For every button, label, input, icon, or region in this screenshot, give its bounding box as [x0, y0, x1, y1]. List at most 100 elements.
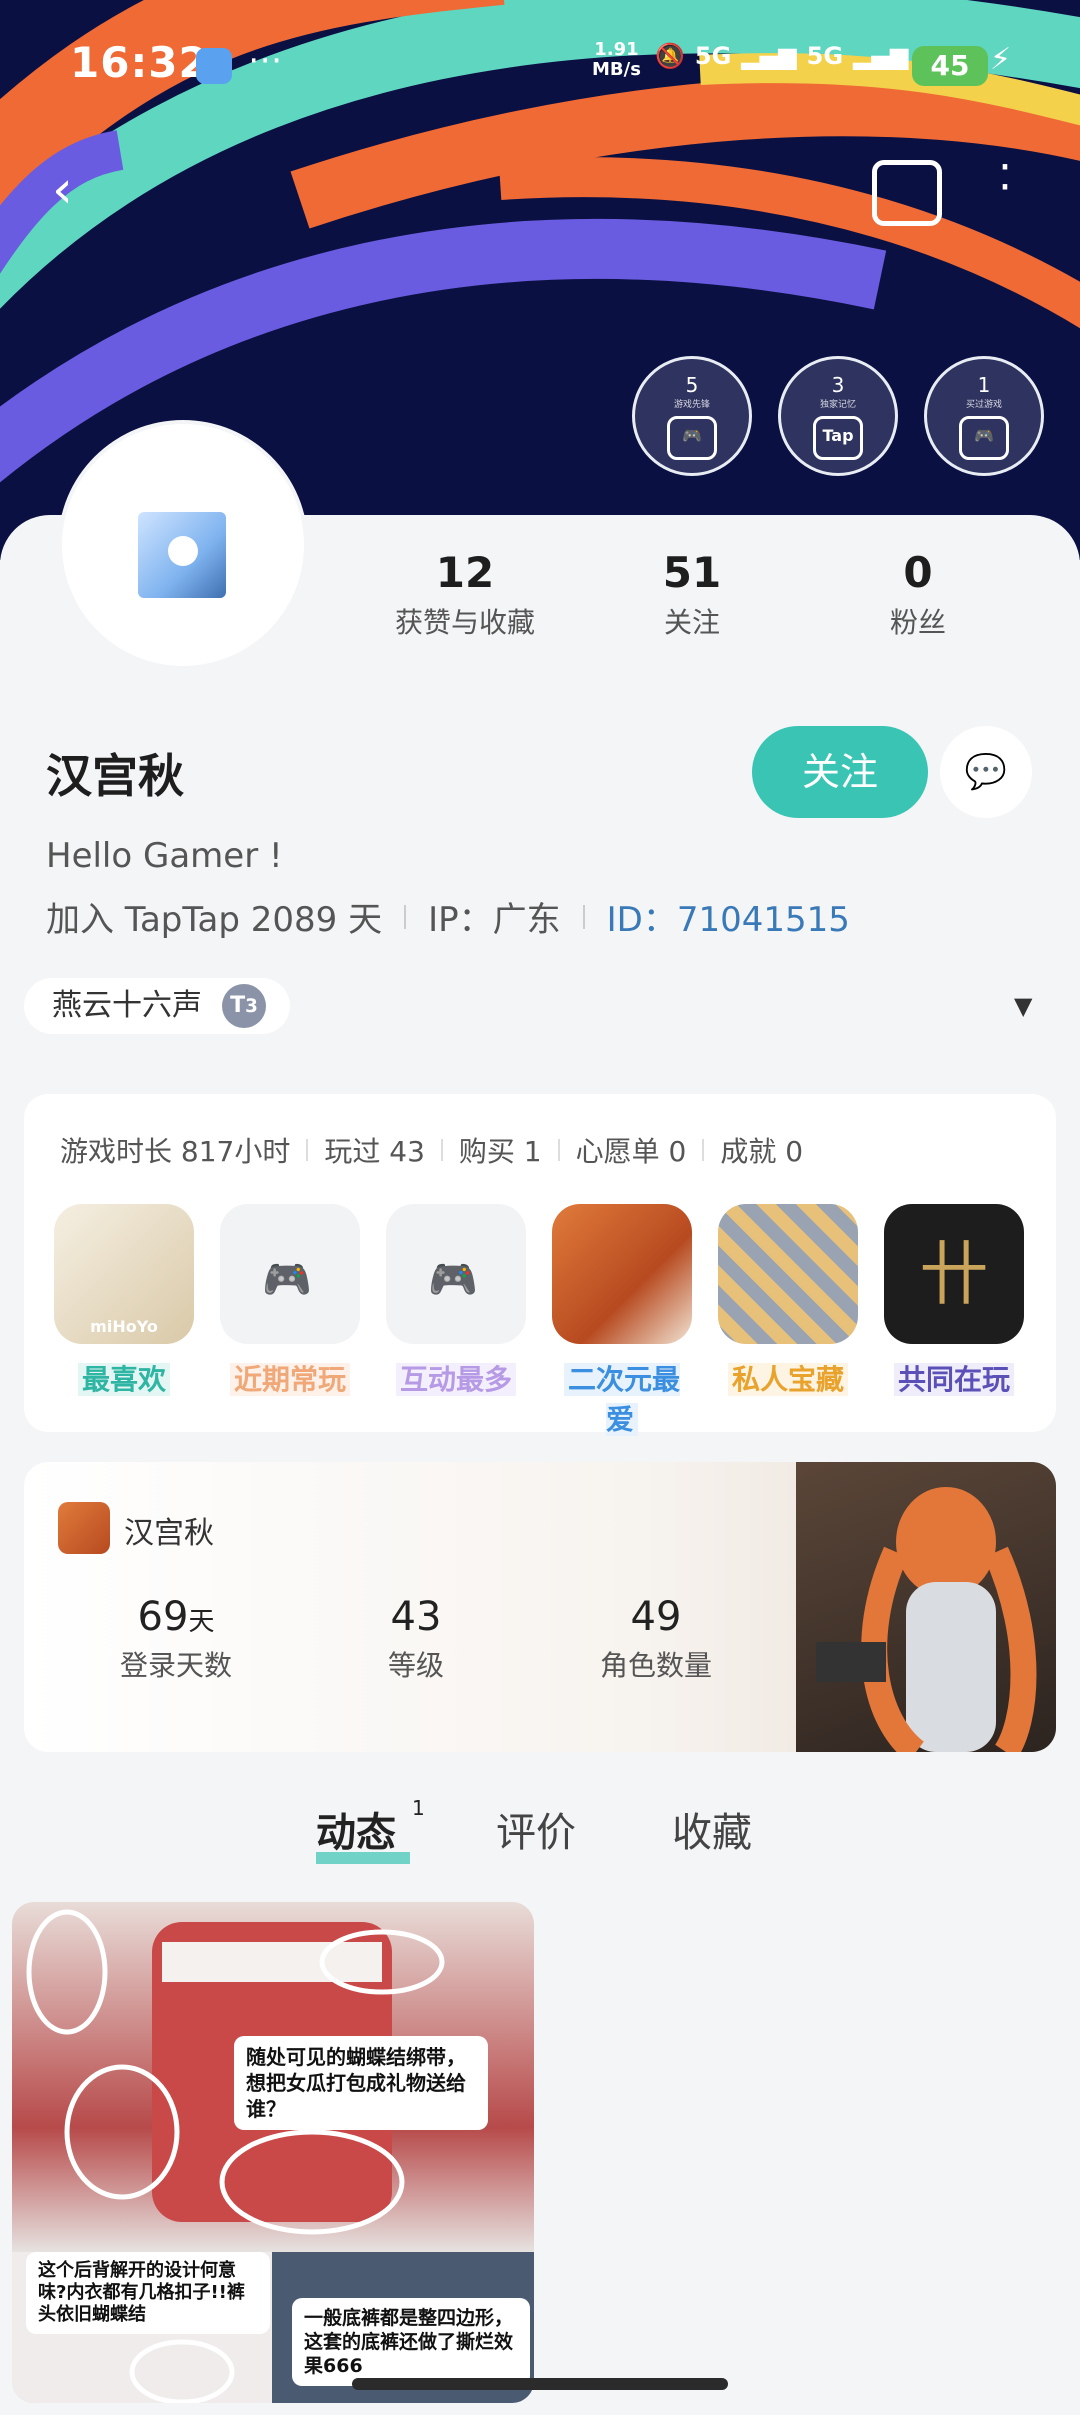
- game-icon-together[interactable]: 卄: [884, 1204, 1024, 1344]
- game-label: 共同在玩: [884, 1358, 1024, 1398]
- label-treasure: 私人宝藏: [727, 1363, 848, 1396]
- game-icon-treasure[interactable]: [718, 1204, 858, 1344]
- chevron-down-icon[interactable]: ▼: [1014, 992, 1032, 1020]
- badge-count: 5: [685, 373, 699, 397]
- home-indicator[interactable]: [352, 2378, 728, 2390]
- games-card[interactable]: 游戏时长 817小时 玩过 43 购买 1 心愿单 0 成就 0 miHoYo …: [24, 1094, 1056, 1436]
- divider: [440, 1139, 443, 1161]
- join-days: 加入 TapTap 2089 天: [46, 900, 383, 940]
- tab-label: 动态: [316, 1810, 396, 1856]
- mute-icon: 🔕: [655, 42, 685, 70]
- game-label: 近期常玩: [220, 1358, 360, 1398]
- signal-bars-icon: ▂▄▆: [853, 42, 909, 70]
- game-icon-acg[interactable]: [552, 1204, 692, 1344]
- badge-caption: 独家记忆: [819, 400, 856, 410]
- stat-value: 69天: [76, 1594, 276, 1640]
- game-label: 最喜欢: [54, 1358, 194, 1398]
- divider: [702, 1139, 705, 1161]
- game-title-chip[interactable]: 燕云十六声 T3: [24, 978, 290, 1034]
- badge-caption: 买过游戏: [965, 400, 1002, 410]
- character-illustration: [796, 1462, 1056, 1752]
- game-label: 二次元最爱: [552, 1358, 692, 1438]
- gamepad-icon: 🎮: [428, 1257, 478, 1303]
- game-character-card[interactable]: 汉宫秋 69天 登录天数 43 等级 49 角色数量: [24, 1462, 1056, 1752]
- achievement-count: 成就 0: [720, 1135, 804, 1168]
- scan-icon[interactable]: [872, 160, 942, 226]
- login-days-stat: 69天 登录天数: [76, 1594, 276, 1684]
- tab-feed[interactable]: 动态 1: [316, 1796, 425, 1864]
- stat-value: 43: [390, 1594, 442, 1640]
- message-button[interactable]: 💬: [940, 726, 1032, 818]
- stat-label: 角色数量: [599, 1649, 712, 1682]
- user-id[interactable]: ID：71041515: [607, 892, 850, 941]
- stat-value: 51: [662, 548, 722, 597]
- status-bar: 16:32 ⋯ 1.91 MB/s 🔕 5G ▂▄▆ 5G ▂▄▆ ◠ 45 ⚡: [0, 0, 1080, 120]
- stat-label: 粉丝: [889, 606, 946, 639]
- tap-icon: Tap: [813, 416, 863, 460]
- net-speed-value: 1.91: [594, 39, 639, 60]
- game-icon-recent[interactable]: 🎮: [220, 1204, 360, 1344]
- game-icon-interact[interactable]: 🎮: [386, 1204, 526, 1344]
- title-level: 3: [245, 996, 258, 1017]
- signal-5g-2: 5G: [806, 42, 844, 70]
- divider: [306, 1139, 309, 1161]
- mihoyo-logo: miHoYo: [90, 1317, 158, 1336]
- divider: [404, 904, 407, 929]
- stat-following[interactable]: 51 关注: [592, 548, 792, 641]
- status-icons: 🔕 5G ▂▄▆ 5G ▂▄▆ ◠: [655, 42, 937, 70]
- network-speed: 1.91 MB/s: [592, 40, 641, 80]
- gamepad-icon: 🎮: [262, 1257, 312, 1303]
- tab-favorites[interactable]: 收藏: [672, 1800, 752, 1858]
- ip-location: IP：广东: [428, 900, 561, 940]
- user-info: 加入 TapTap 2089 天 IP：广东 ID：71041515: [46, 892, 850, 941]
- purchased-count: 购买 1: [458, 1135, 542, 1168]
- playtime: 游戏时长 817小时: [60, 1135, 291, 1168]
- login-days-value: 69: [137, 1594, 189, 1640]
- stat-label: 等级: [387, 1649, 444, 1682]
- label-together: 共同在玩: [893, 1363, 1014, 1396]
- played-count: 玩过 43: [324, 1135, 425, 1168]
- net-speed-unit: MB/s: [592, 59, 641, 80]
- back-icon[interactable]: ‹: [52, 160, 73, 220]
- label-acg: 二次元最爱: [563, 1363, 680, 1436]
- badge-2[interactable]: 3 独家记忆 Tap: [778, 356, 898, 476]
- tab-reviews[interactable]: 评价: [496, 1800, 576, 1858]
- user-bio: Hello Gamer !: [46, 836, 283, 876]
- badge-1[interactable]: 5 游戏先锋 🎮: [632, 356, 752, 476]
- title-level-icon: T3: [222, 984, 266, 1028]
- label-recent: 近期常玩: [229, 1363, 350, 1396]
- stat-value: 49: [630, 1594, 682, 1640]
- avatar[interactable]: [62, 424, 304, 666]
- chat-bubble-icon: 💬: [964, 752, 1008, 792]
- game-label: 互动最多: [386, 1358, 526, 1398]
- stat-likes[interactable]: 12 获赞与收藏: [365, 548, 565, 641]
- game-label: 私人宝藏: [718, 1358, 858, 1398]
- post-note: 一般底裤都是整四边形，这套的底裤还做了撕烂效果666: [292, 2298, 530, 2386]
- badge-count: 3: [831, 373, 845, 397]
- character-name: 汉宫秋: [124, 1516, 214, 1551]
- wishlist-count: 心愿单 0: [575, 1135, 687, 1168]
- calendar-gamepad-icon: 🎮: [667, 416, 717, 460]
- battery-indicator: 45: [912, 46, 988, 86]
- bag-gamepad-icon: 🎮: [959, 416, 1009, 460]
- divider: [557, 1139, 560, 1161]
- tab-count: 1: [412, 1796, 425, 1820]
- stat-value: 0: [903, 548, 933, 597]
- charging-icon: ⚡: [990, 42, 1012, 77]
- label-favorite: 最喜欢: [77, 1363, 170, 1396]
- label-interact: 互动最多: [395, 1363, 516, 1396]
- signal-bars-icon: ▂▄▆: [741, 42, 797, 70]
- stat-label: 关注: [663, 606, 720, 639]
- games-stats: 游戏时长 817小时 玩过 43 购买 1 心愿单 0 成就 0: [60, 1130, 803, 1170]
- character-avatar: [58, 1502, 110, 1554]
- game-icon-favorite[interactable]: miHoYo: [54, 1204, 194, 1344]
- stat-fans[interactable]: 0 粉丝: [818, 548, 1018, 641]
- badge-caption: 游戏先锋: [673, 400, 710, 410]
- badge-3[interactable]: 1 买过游戏 🎮: [924, 356, 1044, 476]
- feed-post-card[interactable]: 随处可见的蝴蝶结绑带，想把女瓜打包成礼物送给谁？ 这个后背解开的设计何意味?内衣…: [12, 1902, 534, 2403]
- login-days-unit: 天: [188, 1607, 215, 1637]
- post-note: 这个后背解开的设计何意味?内衣都有几格扣子!!裤头依旧蝴蝶结: [26, 2252, 270, 2334]
- more-options-icon[interactable]: · ·: [998, 146, 1012, 210]
- follow-button[interactable]: 关注: [752, 726, 928, 818]
- stat-label: 登录天数: [119, 1649, 232, 1682]
